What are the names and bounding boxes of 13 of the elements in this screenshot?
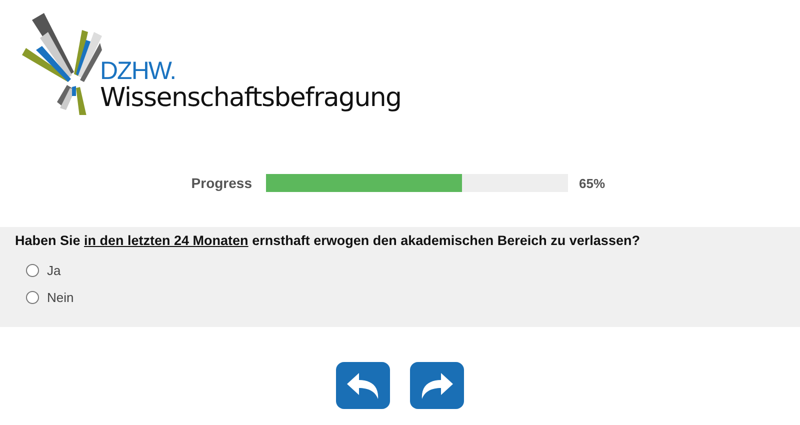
back-button[interactable] — [336, 362, 390, 409]
logo-title: Wissenschaftsbefragung — [100, 84, 402, 112]
back-arrow-icon — [346, 372, 380, 398]
option-label[interactable]: Nein — [47, 290, 74, 305]
progress-percent: 65% — [579, 176, 606, 190]
next-button[interactable] — [410, 362, 464, 409]
radio-button[interactable] — [26, 291, 39, 304]
question-text: Haben Sie in den letzten 24 Monaten ernsthaft erwogen den akademischen Bereich zu verlassen? — [15, 233, 641, 248]
radio-button[interactable] — [26, 264, 39, 277]
progress-label: Progress — [190, 175, 252, 191]
forward-arrow-icon — [420, 372, 454, 398]
logo-acronym: DZHW. — [100, 58, 176, 84]
option-label[interactable]: Ja — [47, 263, 61, 278]
